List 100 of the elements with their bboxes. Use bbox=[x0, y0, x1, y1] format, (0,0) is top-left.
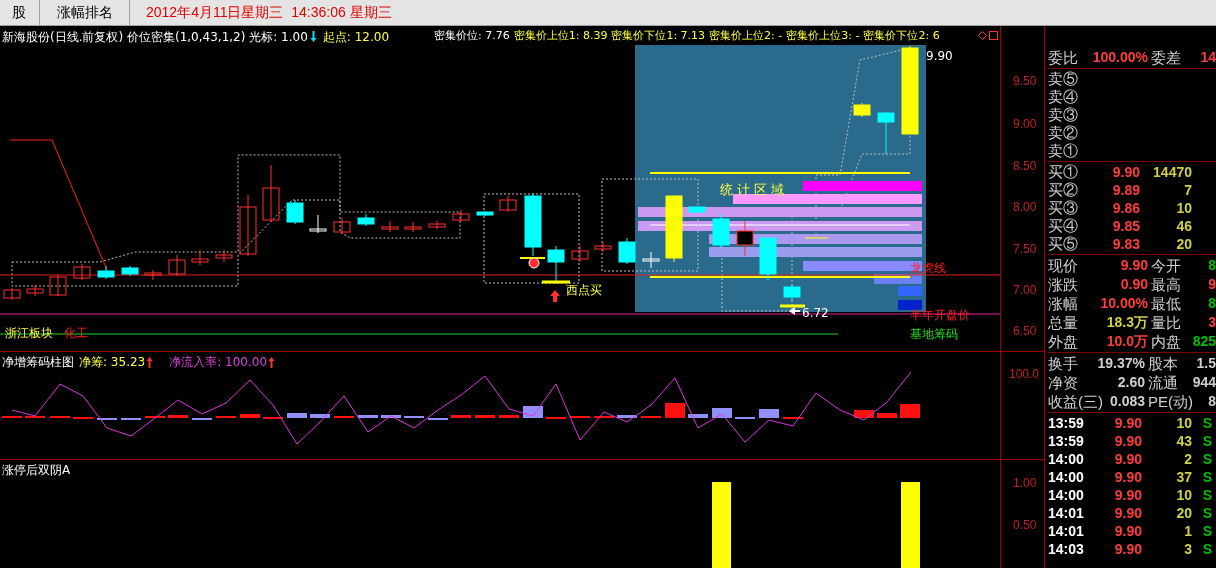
candlestick bbox=[121, 265, 139, 277]
value-text: 944 bbox=[1191, 373, 1216, 392]
bid-price: 9.86 bbox=[1111, 199, 1140, 217]
bid-price: 9.83 bbox=[1111, 235, 1140, 253]
trade-price: 9.90 bbox=[1113, 540, 1142, 558]
candlestick bbox=[3, 287, 21, 301]
trade-time: 14:00 bbox=[1048, 468, 1085, 486]
row-label: 委比 bbox=[1048, 48, 1079, 67]
down-arrow-icon bbox=[309, 31, 317, 43]
signal-dot-icon bbox=[528, 257, 540, 269]
high-price-label: 9.90 bbox=[926, 48, 953, 65]
trade-time: 13:59 bbox=[1048, 414, 1085, 432]
net-inflow-text: 净流入率: 100.00 bbox=[169, 354, 268, 371]
candlestick bbox=[499, 195, 517, 213]
readout-text: 密集价位: 7.76 bbox=[434, 28, 510, 44]
value-text: 8 bbox=[1207, 256, 1216, 275]
candlestick bbox=[571, 245, 589, 263]
readout-text: 密集价下位2: 6 bbox=[863, 28, 940, 44]
trade-price: 9.90 bbox=[1113, 522, 1142, 540]
trade-volume: 10 bbox=[1175, 414, 1192, 432]
row-label: 收益(三) bbox=[1048, 392, 1103, 411]
value-text: 0.90 bbox=[1119, 275, 1148, 294]
row-label: 今开 bbox=[1150, 256, 1182, 275]
readout-text: 密集价下位1: 7.13 bbox=[611, 28, 706, 44]
bid-volume: 10 bbox=[1175, 199, 1192, 217]
trade-price: 9.90 bbox=[1113, 414, 1142, 432]
axis-tick-label: 0.50 bbox=[1013, 517, 1037, 534]
axis-tick-label: 7.00 bbox=[1013, 282, 1037, 299]
readout-text: 密集价上位3: - bbox=[786, 28, 860, 44]
candlestick bbox=[688, 205, 706, 214]
candlestick bbox=[877, 111, 895, 155]
row-label: 涨幅 bbox=[1048, 294, 1079, 313]
candlestick bbox=[759, 236, 777, 281]
row-label: 内盘 bbox=[1150, 332, 1182, 351]
value-text: 2.60 bbox=[1116, 373, 1145, 392]
candlestick bbox=[49, 274, 67, 297]
value-text: 9 bbox=[1207, 275, 1216, 294]
row-label: 净资 bbox=[1048, 373, 1079, 392]
left-arrow-icon bbox=[789, 307, 800, 315]
candlestick bbox=[333, 217, 351, 235]
trade-volume: 2 bbox=[1183, 450, 1192, 468]
trade-side: S bbox=[1201, 522, 1212, 540]
trade-side: S bbox=[1201, 432, 1212, 450]
value-text: 10.00% bbox=[1099, 294, 1148, 313]
candlestick bbox=[309, 214, 327, 234]
trade-volume: 1 bbox=[1183, 522, 1192, 540]
dragon-tiger-label: 龙虎线 bbox=[910, 260, 946, 277]
value-text: 18.3万 bbox=[1105, 313, 1148, 332]
candlestick bbox=[524, 192, 542, 257]
candlestick bbox=[594, 241, 612, 253]
start-point-text: 起点: 12.00 bbox=[322, 29, 390, 46]
diamond-icon bbox=[978, 31, 987, 40]
row-label: 换手 bbox=[1048, 354, 1079, 373]
trade-volume: 37 bbox=[1175, 468, 1192, 486]
trade-price: 9.90 bbox=[1113, 432, 1142, 450]
trade-time: 14:00 bbox=[1048, 450, 1085, 468]
candlestick bbox=[853, 102, 871, 118]
candlestick bbox=[191, 249, 209, 266]
candlestick bbox=[262, 164, 280, 223]
value-text: 100.00% bbox=[1091, 48, 1148, 67]
trade-time: 13:59 bbox=[1048, 432, 1085, 450]
bid-label: 买④ bbox=[1048, 217, 1079, 235]
candlestick bbox=[618, 237, 636, 265]
candlestick bbox=[642, 251, 660, 269]
candlestick bbox=[286, 199, 304, 225]
price-marker-line bbox=[542, 280, 570, 284]
bid-label: 买③ bbox=[1048, 199, 1079, 217]
candlestick bbox=[168, 254, 186, 277]
row-label: 涨跌 bbox=[1048, 275, 1079, 294]
axis-tick-label: 6.50 bbox=[1013, 323, 1037, 340]
price-marker-line bbox=[804, 237, 829, 239]
bid-price: 9.90 bbox=[1111, 163, 1140, 181]
value-text: 9.90 bbox=[1119, 256, 1148, 275]
row-label: PE(动) bbox=[1147, 392, 1190, 411]
trade-time: 14:01 bbox=[1048, 522, 1085, 540]
low-price-label: 6.72 bbox=[802, 305, 829, 322]
datetime-text: 2012年4月11日星期三 14:36:06 星期三 bbox=[146, 3, 392, 22]
candlestick bbox=[712, 213, 730, 249]
trade-side: S bbox=[1201, 540, 1212, 558]
value-text: 14 bbox=[1199, 48, 1216, 67]
bid-label: 买① bbox=[1048, 163, 1079, 181]
bid-volume: 20 bbox=[1175, 235, 1192, 253]
candlestick bbox=[97, 265, 115, 280]
square-icon bbox=[989, 31, 998, 40]
row-label: 最低 bbox=[1150, 294, 1182, 313]
candlestick bbox=[215, 249, 233, 263]
trade-price: 9.90 bbox=[1113, 486, 1142, 504]
axis-tick-label: 8.50 bbox=[1013, 158, 1037, 175]
candlestick bbox=[404, 221, 422, 233]
panel-title: 涨停后双阴A bbox=[2, 462, 71, 479]
trade-side: S bbox=[1201, 414, 1212, 432]
row-label: 总量 bbox=[1048, 313, 1079, 332]
candlestick bbox=[381, 220, 399, 233]
row-label: 委差 bbox=[1150, 48, 1182, 67]
row-label: 外盘 bbox=[1048, 332, 1079, 351]
trade-price: 9.90 bbox=[1113, 468, 1142, 486]
row-label: 流通 bbox=[1147, 373, 1179, 392]
bid-price: 9.85 bbox=[1111, 217, 1140, 235]
bid-price: 9.89 bbox=[1111, 181, 1140, 199]
base-chips-label: 基地筹码 bbox=[910, 326, 958, 343]
